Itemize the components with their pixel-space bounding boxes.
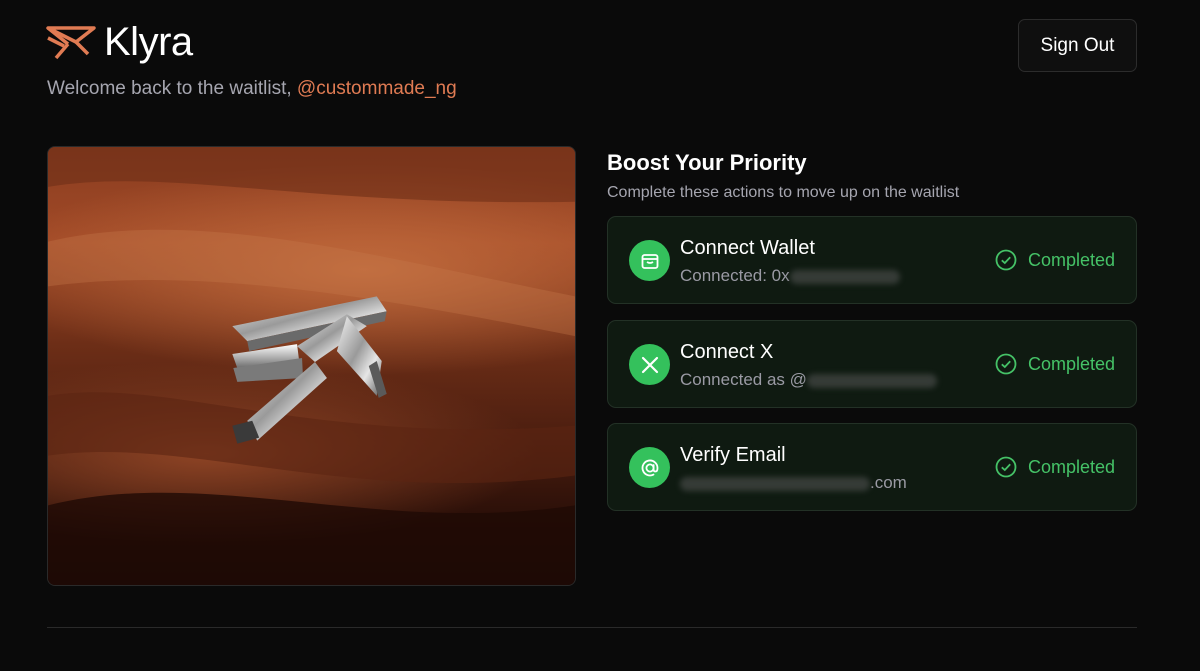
- wallet-icon: [629, 240, 670, 281]
- redacted-email: [680, 476, 870, 491]
- brand-logo[interactable]: Klyra: [46, 22, 193, 62]
- status-badge: Completed: [995, 249, 1115, 271]
- wallet-address-prefix: Connected: 0x: [680, 266, 790, 285]
- status-text: Completed: [1027, 353, 1115, 374]
- status-badge: Completed: [995, 353, 1115, 375]
- x-logo-icon: [629, 344, 670, 385]
- email-suffix: .com: [870, 473, 907, 492]
- redacted-wallet-address: [789, 269, 900, 284]
- brand-name: Klyra: [104, 20, 193, 64]
- task-connect-x[interactable]: Connect X Connected as @ Completed: [607, 320, 1137, 408]
- task-title: Connect X: [680, 341, 774, 363]
- check-circle-icon: [995, 353, 1017, 375]
- task-title: Verify Email: [680, 444, 786, 466]
- x-handle-prefix: Connected as @: [680, 370, 807, 389]
- task-connect-wallet[interactable]: Connect Wallet Connected: 0x Completed: [607, 216, 1137, 304]
- welcome-text: Welcome back to the waitlist,: [47, 78, 292, 99]
- at-sign-icon: [629, 447, 670, 488]
- status-text: Completed: [1027, 456, 1115, 477]
- check-circle-icon: [995, 249, 1017, 271]
- user-handle: @custommade_ng: [296, 78, 457, 99]
- desert-dunes-graphic: [48, 147, 575, 585]
- boost-title: Boost Your Priority: [607, 150, 807, 175]
- waitlist-page: Klyra Welcome back to the waitlist, @cus…: [0, 0, 1200, 671]
- status-text: Completed: [1027, 249, 1115, 270]
- klyra-logo-icon: [46, 26, 96, 60]
- check-circle-icon: [995, 456, 1017, 478]
- boost-subtitle: Complete these actions to move up on the…: [607, 184, 960, 201]
- hero-image: [47, 146, 576, 586]
- redacted-x-handle: [806, 373, 937, 388]
- task-verify-email[interactable]: Verify Email .com Completed: [607, 423, 1137, 511]
- status-badge: Completed: [995, 456, 1115, 478]
- task-detail: .com: [680, 473, 907, 493]
- footer-divider: [47, 627, 1137, 628]
- sign-out-button[interactable]: Sign Out: [1018, 19, 1137, 72]
- task-title: Connect Wallet: [680, 237, 815, 259]
- task-detail: Connected: 0x: [680, 266, 900, 286]
- task-detail: Connected as @: [680, 370, 937, 390]
- welcome-message: Welcome back to the waitlist, @custommad…: [47, 78, 457, 100]
